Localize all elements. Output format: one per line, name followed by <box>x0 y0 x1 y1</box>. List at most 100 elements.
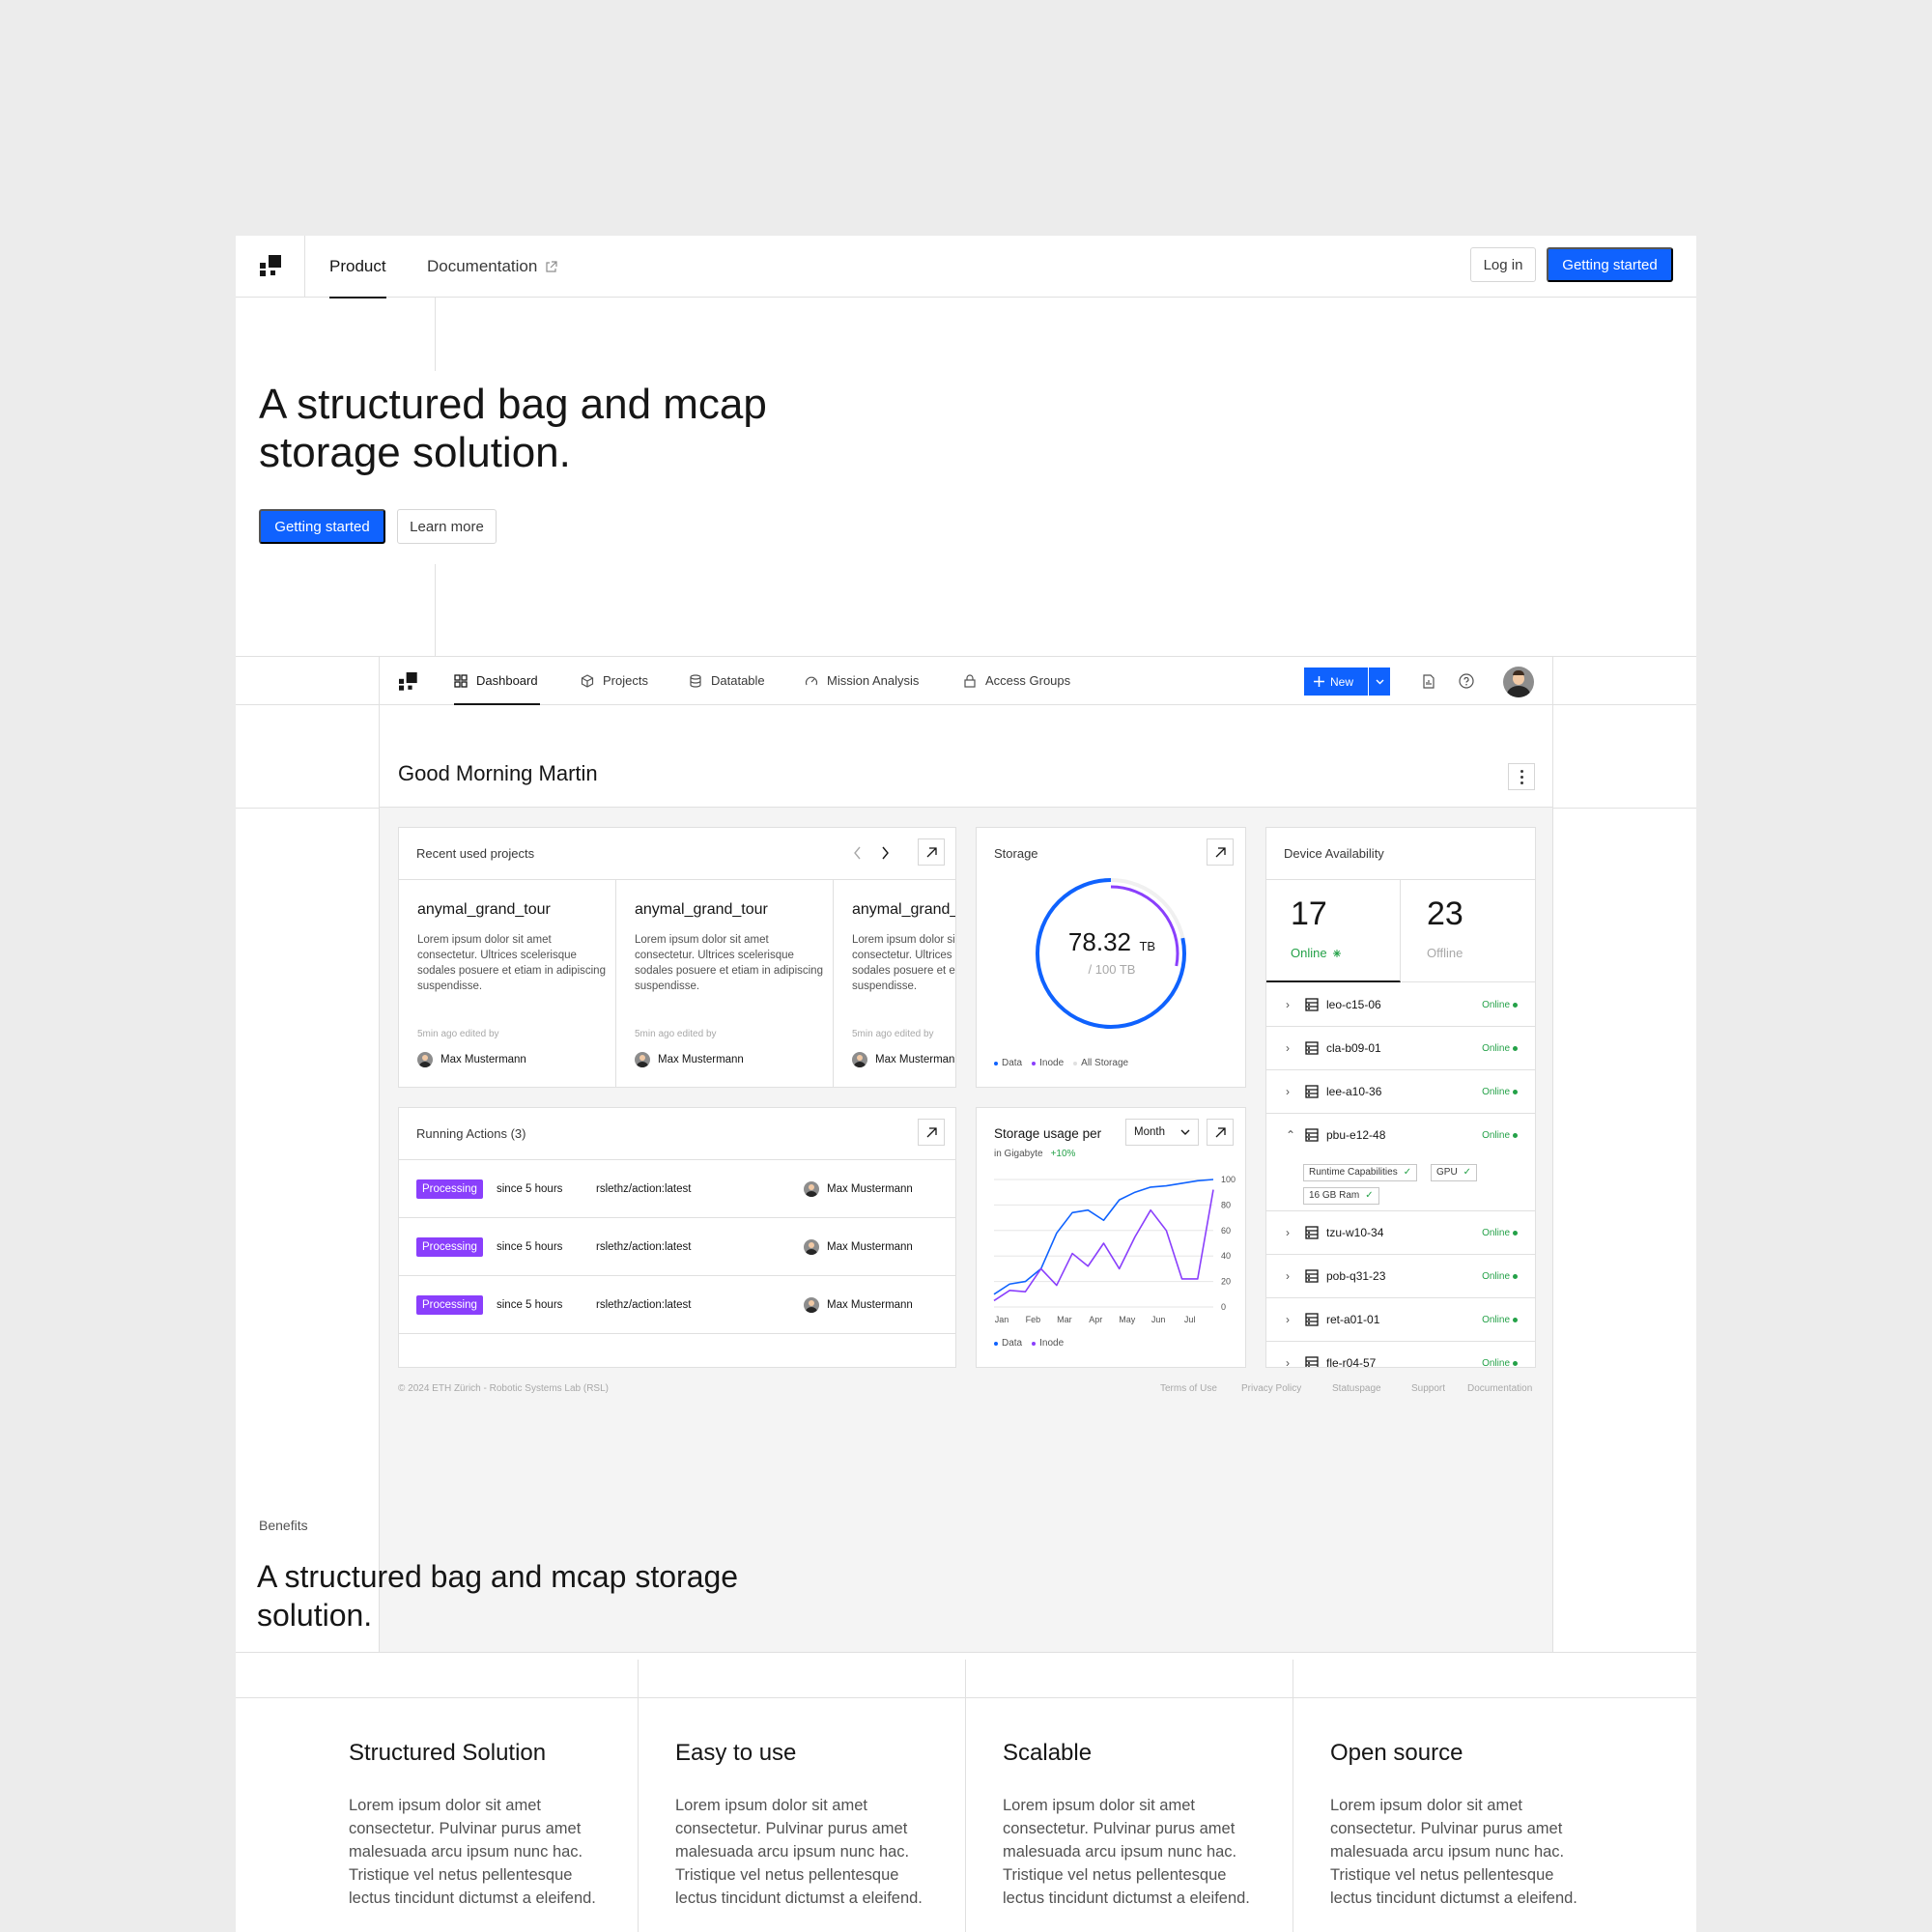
period-select[interactable]: Month <box>1125 1119 1199 1146</box>
capability-label: Runtime Capabilities <box>1309 1167 1398 1178</box>
device-row[interactable]: › ret-a01-01 Online <box>1266 1298 1535 1342</box>
chevron-right-icon[interactable]: › <box>1286 1255 1290 1298</box>
getting-started-hero-button[interactable]: Getting started <box>259 509 385 544</box>
open-usage-button[interactable] <box>1207 1119 1234 1146</box>
chevron-left-icon[interactable] <box>853 846 862 860</box>
app-tab-label: Datatable <box>711 673 765 688</box>
legend-inode: Inode <box>1032 1058 1064 1068</box>
device-row[interactable]: › cla-b09-01 Online <box>1266 1027 1535 1070</box>
device-name: pob-q31-23 <box>1326 1269 1386 1283</box>
new-button[interactable]: New <box>1304 668 1368 696</box>
app-tab-datatable[interactable]: Datatable <box>689 657 765 705</box>
running-actions-card: Running Actions (3) Processing since 5 ho… <box>398 1107 956 1368</box>
storage-value: 78.32 <box>1067 927 1131 956</box>
open-projects-button[interactable] <box>918 838 945 866</box>
check-icon: ✓ <box>1403 1167 1412 1178</box>
database-icon <box>690 674 701 688</box>
app-tab-mission-analysis[interactable]: Mission Analysis <box>805 657 919 705</box>
device-row[interactable]: › pob-q31-23 Online <box>1266 1255 1535 1298</box>
learn-more-button[interactable]: Learn more <box>397 509 497 544</box>
arrow-up-right-icon <box>926 1126 937 1137</box>
device-row[interactable]: › lee-a10-36 Online <box>1266 1070 1535 1114</box>
chevron-right-icon[interactable] <box>881 846 890 860</box>
greeting-title: Good Morning Martin <box>398 761 598 785</box>
device-name: pbu-e12-48 <box>1326 1128 1386 1142</box>
online-stat[interactable]: 17 Online <box>1266 880 1401 982</box>
project-card[interactable]: anymal_grand_tour Lorem ipsum dolor sit … <box>616 880 834 1087</box>
project-editor: Max Mustermann <box>852 1052 956 1067</box>
brand-logo[interactable] <box>260 255 281 276</box>
storage-value-group: 78.32 TB <box>977 927 1247 957</box>
arrow-up-right-icon <box>1215 846 1226 857</box>
editor-name: Max Mustermann <box>875 1054 956 1065</box>
login-button[interactable]: Log in <box>1470 247 1536 282</box>
capability-label: GPU <box>1436 1167 1458 1178</box>
server-icon <box>1305 998 1319 1011</box>
landing-page: Product Documentation Log in Getting sta… <box>236 236 1696 1932</box>
open-storage-button[interactable] <box>1207 838 1234 866</box>
app-logo[interactable] <box>399 672 417 691</box>
new-dropdown-button[interactable] <box>1369 668 1390 696</box>
device-name: tzu-w10-34 <box>1326 1226 1384 1239</box>
user-avatar[interactable] <box>1503 667 1534 697</box>
app-tab-access-groups[interactable]: Access Groups <box>963 657 1070 705</box>
project-card[interactable]: anymal_grand_tour Lorem ipsum dolor sit … <box>834 880 956 1087</box>
benefit-text: Lorem ipsum dolor sit amet consectetur. … <box>349 1797 596 1907</box>
footer-statuspage-link[interactable]: Statuspage <box>1332 1383 1381 1394</box>
help-icon[interactable] <box>1459 673 1474 689</box>
storage-card: Storage 78.32 TB / 100 TB Data Inode All… <box>976 827 1246 1088</box>
more-options-button[interactable] <box>1508 763 1535 790</box>
device-row[interactable]: ⌃ pbu-e12-48 Online Runtime Capabilities ✓ GP… <box>1266 1114 1535 1211</box>
storage-usage-title: Storage usage per <box>994 1126 1102 1141</box>
tab-product[interactable]: Product <box>329 236 386 298</box>
open-actions-button[interactable] <box>918 1119 945 1146</box>
chevron-right-icon[interactable]: › <box>1286 1027 1290 1070</box>
report-icon[interactable] <box>1422 674 1435 689</box>
project-card[interactable]: anymal_grand_tour Lorem ipsum dolor sit … <box>399 880 616 1087</box>
chevron-right-icon[interactable]: › <box>1286 1211 1290 1255</box>
action-row[interactable]: Processing since 5 hours rslethz/action:la… <box>399 1276 955 1334</box>
storage-title: Storage <box>994 846 1038 861</box>
offline-stat[interactable]: 23 Offline <box>1402 880 1535 982</box>
tab-documentation[interactable]: Documentation <box>427 236 557 298</box>
status-dot <box>1513 1003 1518 1008</box>
x-tick-label: May <box>1119 1315 1136 1324</box>
app-header: Dashboard Projects Datatable Mission Ana… <box>380 657 1552 705</box>
chevron-right-icon[interactable]: › <box>1286 983 1290 1027</box>
capability-tag: Runtime Capabilities ✓ <box>1303 1164 1418 1181</box>
benefits-eyebrow: Benefits <box>259 1518 308 1533</box>
getting-started-nav-button[interactable]: Getting started <box>1547 247 1673 282</box>
device-row[interactable]: › fle-r04-57 Online <box>1266 1342 1535 1367</box>
action-row[interactable]: Processing since 5 hours rslethz/action:la… <box>399 1218 955 1276</box>
action-row[interactable]: Processing since 5 hours rslethz/action:la… <box>399 1160 955 1218</box>
chevron-right-icon[interactable]: › <box>1286 1298 1290 1342</box>
benefits-guide-2 <box>965 1660 966 1698</box>
footer-terms-link[interactable]: Terms of Use <box>1160 1383 1217 1394</box>
app-tab-dashboard[interactable]: Dashboard <box>454 657 540 705</box>
footer-support-link[interactable]: Support <box>1411 1383 1445 1394</box>
recent-projects-title: Recent used projects <box>416 846 535 861</box>
device-row[interactable]: › leo-c15-06 Online <box>1266 983 1535 1027</box>
chevron-up-icon[interactable]: ⌃ <box>1286 1114 1295 1157</box>
footer-documentation-link[interactable]: Documentation <box>1467 1383 1532 1394</box>
avatar <box>804 1297 819 1313</box>
app-tab-projects[interactable]: Projects <box>581 657 648 705</box>
editor-name: Max Mustermann <box>658 1054 744 1065</box>
series-line-inode <box>993 1189 1214 1302</box>
y-tick-label: 100 <box>1221 1175 1236 1184</box>
editor-name: Max Mustermann <box>440 1054 526 1065</box>
device-row[interactable]: › tzu-w10-34 Online <box>1266 1211 1535 1255</box>
y-tick-label: 0 <box>1221 1302 1226 1312</box>
server-icon <box>1305 1313 1319 1326</box>
footer-privacy-link[interactable]: Privacy Policy <box>1241 1383 1301 1394</box>
chevron-right-icon[interactable]: › <box>1286 1342 1290 1367</box>
logo-cell <box>236 236 305 297</box>
chevron-right-icon[interactable]: › <box>1286 1070 1290 1114</box>
gauge-icon <box>805 676 818 686</box>
project-meta: 5min ago edited by <box>852 1029 934 1039</box>
benefit-title: Structured Solution <box>349 1740 547 1766</box>
capability-tag: GPU ✓ <box>1431 1164 1478 1181</box>
hero-guide-line-bottom <box>435 564 436 657</box>
greeting-band: Good Morning Martin <box>380 705 1552 808</box>
storage-total: / 100 TB <box>1088 962 1136 977</box>
